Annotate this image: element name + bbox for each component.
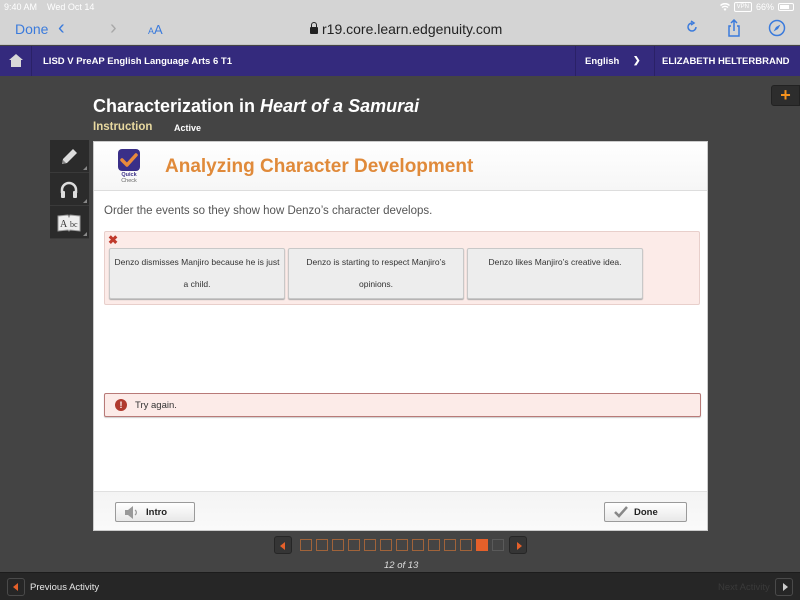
- language-value: English: [585, 56, 620, 67]
- quick-check-label: Quick Check: [113, 172, 145, 184]
- activity-title: Analyzing Character Development: [165, 156, 474, 177]
- ios-status-bar: 9:40 AM Wed Oct 14 VPN 66%: [0, 0, 800, 14]
- browser-done-button[interactable]: Done: [15, 21, 48, 37]
- question-prompt: Order the events so they show how Denzo’…: [104, 205, 433, 217]
- page-square[interactable]: [380, 539, 392, 551]
- lesson-title-work: Heart of a Samurai: [260, 96, 420, 116]
- forward-icon[interactable]: ›: [110, 17, 117, 40]
- page-square[interactable]: [316, 539, 328, 551]
- browser-toolbar: Done ‹ › AA r19.core.learn.edgenuity.com: [0, 14, 800, 45]
- activity-nav-bar: Previous Activity Next Activity: [0, 572, 800, 600]
- headphones-icon: [60, 181, 78, 198]
- user-name[interactable]: ELIZABETH HELTERBRAND: [662, 56, 790, 67]
- page-square-current[interactable]: [476, 539, 488, 551]
- pencil-tool-button[interactable]: [50, 140, 89, 173]
- incorrect-x-icon: ✖: [108, 233, 119, 247]
- lesson-title: Characterization in Heart of a Samurai: [93, 96, 419, 117]
- checkmark-icon: [614, 506, 628, 518]
- dictionary-tool-button[interactable]: Abc: [50, 206, 89, 239]
- lock-icon: [310, 22, 318, 34]
- next-activity-button[interactable]: [775, 578, 793, 596]
- dictionary-icon: Abc: [57, 214, 81, 232]
- page-square[interactable]: [364, 539, 376, 551]
- page-square[interactable]: [460, 539, 472, 551]
- status-time: 9:40 AM: [4, 2, 38, 12]
- tool-palette: Abc: [50, 140, 89, 239]
- battery-percent: 66%: [755, 2, 774, 12]
- page-square[interactable]: [428, 539, 440, 551]
- battery-icon: [778, 3, 794, 11]
- pencil-icon: [62, 149, 77, 164]
- vpn-badge: VPN: [733, 2, 752, 12]
- event-card[interactable]: Denzo is starting to respect Manjiro’s o…: [288, 248, 464, 299]
- audio-tool-button[interactable]: [50, 173, 89, 206]
- status-date: Wed Oct 14: [47, 2, 95, 12]
- previous-activity-link[interactable]: Previous Activity: [30, 582, 99, 593]
- page-square[interactable]: [300, 539, 312, 551]
- activity-header: Quick Check Analyzing Character Developm…: [94, 142, 707, 191]
- next-activity-link: Next Activity: [718, 582, 770, 593]
- previous-activity-button[interactable]: [7, 578, 25, 596]
- compass-icon[interactable]: [767, 19, 787, 39]
- back-icon[interactable]: ‹: [58, 17, 65, 40]
- arrow-right-icon: [783, 583, 788, 591]
- previous-page-button[interactable]: [274, 536, 292, 554]
- page-square[interactable]: [332, 539, 344, 551]
- home-icon: [9, 54, 23, 67]
- status-indicators: VPN 66%: [719, 2, 794, 12]
- done-button-label: Done: [634, 507, 658, 518]
- chevron-down-icon: ❯: [633, 55, 641, 65]
- svg-text:bc: bc: [70, 220, 78, 229]
- home-button[interactable]: [0, 46, 32, 76]
- page-square[interactable]: [444, 539, 456, 551]
- status-badge: Active: [174, 123, 202, 133]
- svg-text:A: A: [60, 219, 68, 230]
- quick-check-icon: [118, 149, 140, 171]
- arrow-left-icon: [280, 542, 285, 550]
- reload-icon[interactable]: [682, 19, 702, 39]
- event-card[interactable]: Denzo dismisses Manjiro because he is ju…: [109, 248, 285, 299]
- feedback-message: ! Try again.: [104, 393, 701, 417]
- address-bar[interactable]: r19.core.learn.edgenuity.com: [310, 21, 502, 37]
- next-page-button[interactable]: [509, 536, 527, 554]
- plus-icon: +: [780, 85, 791, 105]
- done-button[interactable]: Done: [604, 502, 687, 522]
- event-card[interactable]: Denzo likes Manjiro’s creative idea.: [467, 248, 643, 299]
- arrow-right-icon: [517, 542, 522, 550]
- course-nav-bar: LISD V PreAP English Language Arts 6 T1 …: [0, 46, 800, 76]
- page-square[interactable]: [492, 539, 504, 551]
- expand-plus-button[interactable]: +: [771, 85, 800, 106]
- feedback-text: Try again.: [135, 400, 177, 411]
- quick-check-label-line2: Check: [121, 178, 137, 184]
- page-count: 12 of 13: [384, 560, 419, 571]
- answer-drop-area[interactable]: ✖ Denzo dismisses Manjiro because he is …: [104, 231, 700, 305]
- wifi-icon: [719, 3, 730, 11]
- arrow-left-icon: [13, 583, 18, 591]
- text-size-button[interactable]: AA: [148, 22, 163, 37]
- activity-footer: Intro Done: [94, 491, 707, 530]
- alert-icon: !: [115, 399, 127, 411]
- intro-button-label: Intro: [146, 507, 168, 518]
- url-text: r19.core.learn.edgenuity.com: [322, 21, 503, 37]
- language-select[interactable]: English ❯: [575, 46, 655, 76]
- intro-button[interactable]: Intro: [115, 502, 195, 522]
- page-square[interactable]: [412, 539, 424, 551]
- page-square[interactable]: [396, 539, 408, 551]
- speaker-icon: [125, 506, 137, 519]
- page-square[interactable]: [348, 539, 360, 551]
- lesson-title-prefix: Characterization in: [93, 96, 261, 116]
- share-icon[interactable]: [724, 18, 744, 39]
- tab-instruction[interactable]: Instruction: [93, 121, 152, 133]
- activity-panel: Quick Check Analyzing Character Developm…: [93, 141, 708, 531]
- course-title: LISD V PreAP English Language Arts 6 T1: [43, 56, 232, 67]
